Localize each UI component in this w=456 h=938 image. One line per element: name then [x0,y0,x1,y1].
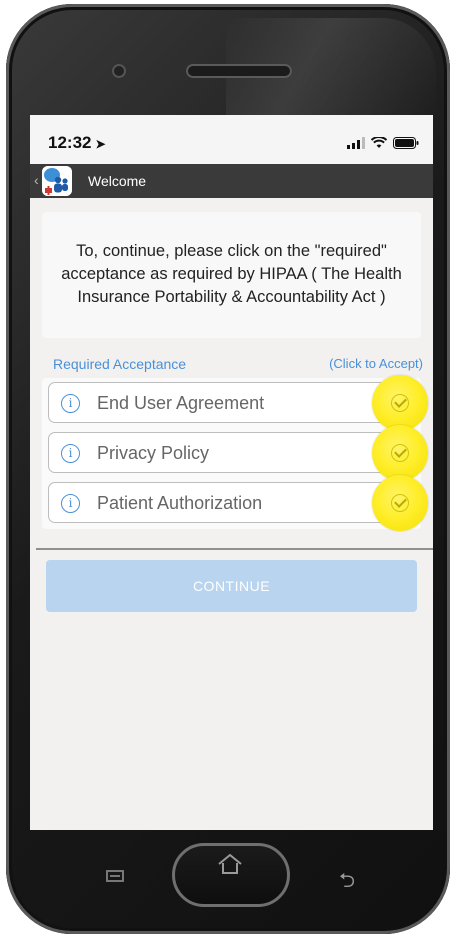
continue-button[interactable]: CONTINUE [46,560,417,612]
status-bar: 12:32 ➤ [30,115,433,164]
navbar: ‹ Welcome [30,164,433,198]
menu-icon[interactable] [106,870,124,882]
click-to-accept-hint: (Click to Accept) [329,356,423,371]
back-chevron-icon[interactable]: ‹ [34,172,39,188]
acceptance-item-privacy-policy[interactable]: i Privacy Policy [48,425,428,481]
divider [36,548,433,550]
home-icon [218,853,242,874]
location-arrow-icon: ➤ [95,137,106,151]
acceptance-item-label: End User Agreement [97,393,265,413]
nav-title: Welcome [88,173,147,189]
acceptance-item-label: Privacy Policy [97,443,210,463]
accept-checkmark-icon[interactable] [372,475,428,531]
phone-screen: 12:32 ➤ ‹ Welcome To, continue, please c… [30,115,433,830]
battery-icon [393,137,419,149]
signal-icon [347,137,365,149]
wifi-icon [371,137,387,148]
acceptance-list: i End User Agreement i Privacy Policy i … [42,375,428,531]
accept-checkmark-icon[interactable] [372,375,428,431]
info-message-card: To, continue, please click on the "requi… [42,212,421,338]
info-icon[interactable]: i [61,444,80,463]
front-camera [112,64,126,78]
accept-checkmark-icon[interactable] [372,425,428,481]
required-acceptance-title: Required Acceptance [53,356,187,372]
acceptance-item-patient-authorization[interactable]: i Patient Authorization [48,475,428,531]
info-icon[interactable]: i [61,394,80,413]
info-icon[interactable]: i [61,494,80,513]
earpiece-speaker [186,64,292,78]
status-icons [347,137,419,149]
acceptance-item-label: Patient Authorization [97,493,263,513]
status-time: 12:32 ➤ [48,133,106,152]
device-bottom-bar: ⮌ [30,830,433,916]
main-content: To, continue, please click on the "requi… [30,198,433,830]
app-logo-icon[interactable] [42,166,72,196]
info-message-text: To, continue, please click on the "requi… [61,242,402,306]
acceptance-item-end-user-agreement[interactable]: i End User Agreement [48,375,428,431]
back-arrow-icon[interactable]: ⮌ [339,866,355,900]
required-acceptance-header: Required Acceptance (Click to Accept) [53,356,423,372]
